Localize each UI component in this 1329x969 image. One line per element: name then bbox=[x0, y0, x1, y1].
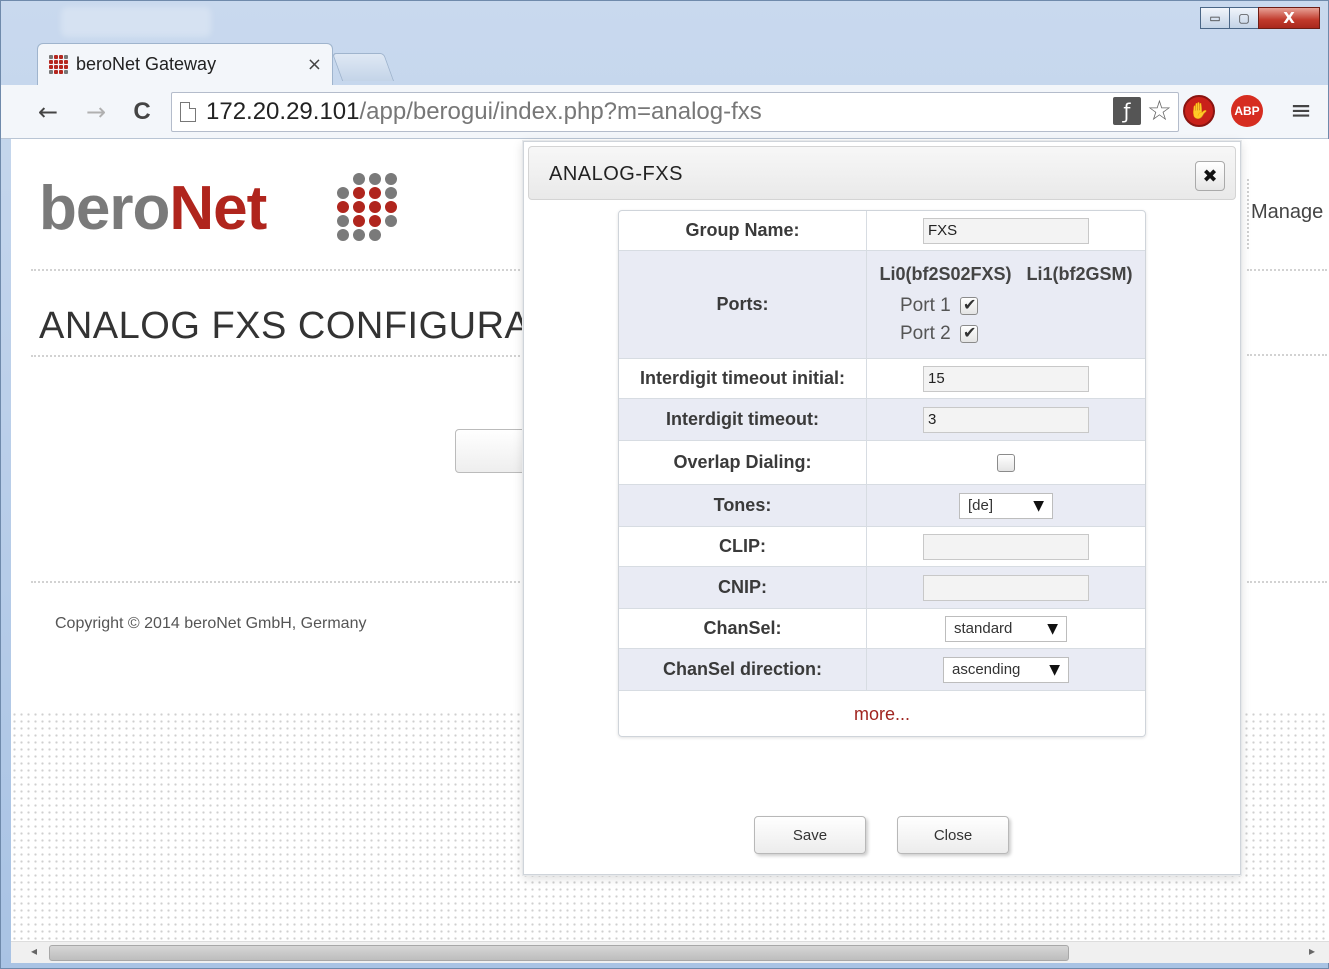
cnip-label: CNIP: bbox=[619, 567, 867, 609]
page-title: ANALOG FXS CONFIGURAT bbox=[39, 305, 552, 347]
browser-tab[interactable]: beroNet Gateway × bbox=[37, 43, 333, 85]
divider bbox=[1247, 354, 1327, 356]
divider bbox=[31, 269, 531, 271]
analog-fxs-dialog: ANALOG-FXS ✖ Group Name: Ports: Li0(bf2S… bbox=[523, 141, 1241, 875]
overlap-dialing-checkbox[interactable] bbox=[997, 454, 1015, 473]
port-2-checkbox[interactable] bbox=[959, 323, 978, 343]
row-tones: Tones: [de] ▼ bbox=[619, 485, 1145, 527]
overlap-dialing-label: Overlap Dialing: bbox=[619, 441, 867, 485]
interdigit-label: Interdigit timeout: bbox=[619, 399, 867, 441]
port-1-item: Port 1 bbox=[868, 295, 1144, 317]
logo-text-bero: bero bbox=[39, 174, 170, 243]
tab-close-icon[interactable]: × bbox=[307, 54, 322, 75]
back-button[interactable]: ← bbox=[31, 95, 65, 129]
reload-button[interactable]: C bbox=[125, 95, 159, 129]
logo-text-net: Net bbox=[169, 174, 267, 243]
divider bbox=[1247, 581, 1327, 583]
dialog-header: ANALOG-FXS ✖ bbox=[528, 146, 1236, 200]
interdigit-input[interactable] bbox=[923, 406, 1089, 433]
clip-input[interactable] bbox=[923, 533, 1089, 560]
port-1-checkbox[interactable] bbox=[959, 295, 978, 315]
tones-label: Tones: bbox=[619, 485, 867, 527]
bookmark-star-icon[interactable]: ☆ bbox=[1147, 97, 1172, 125]
row-clip: CLIP: bbox=[619, 527, 1145, 567]
dialog-title: ANALOG-FXS bbox=[549, 163, 683, 185]
row-chansel-direction: ChanSel direction: ascending ▼ bbox=[619, 649, 1145, 691]
row-interdigit-initial: Interdigit timeout initial: bbox=[619, 359, 1145, 399]
group-name-input[interactable] bbox=[923, 217, 1089, 244]
browser-window: ▭ ▢ X beroNet Gateway × ← → C 172.20.29.… bbox=[0, 0, 1329, 969]
scroll-right-icon[interactable]: ▸ bbox=[1309, 944, 1315, 958]
chansel-direction-label: ChanSel direction: bbox=[619, 649, 867, 691]
close-button[interactable]: Close bbox=[897, 816, 1009, 854]
row-group-name: Group Name: bbox=[619, 211, 1145, 251]
chansel-direction-select[interactable]: ascending ▼ bbox=[943, 656, 1069, 683]
row-more: more... bbox=[619, 691, 1145, 736]
new-tab-button[interactable] bbox=[331, 53, 395, 81]
ports-column-li0: Li0(bf2S02FXS) bbox=[879, 264, 1012, 284]
interdigit-initial-input[interactable] bbox=[923, 365, 1089, 392]
dropdown-arrow-icon: ▼ bbox=[1049, 661, 1060, 678]
dropdown-arrow-icon: ▼ bbox=[1047, 620, 1058, 637]
more-link[interactable]: more... bbox=[620, 692, 1144, 735]
manage-nav-link[interactable]: Manage bbox=[1251, 201, 1323, 224]
port-2-label: Port 2 bbox=[900, 323, 951, 344]
tones-select[interactable]: [de] ▼ bbox=[959, 492, 1053, 519]
window-title-ghost bbox=[61, 7, 211, 37]
save-button[interactable]: Save bbox=[754, 816, 866, 854]
adblock-plus-icon[interactable]: ABP bbox=[1231, 95, 1263, 127]
fxs-settings-table: Group Name: Ports: Li0(bf2S02FXS) Li1(bf… bbox=[618, 210, 1146, 737]
row-ports: Ports: Li0(bf2S02FXS) Li1(bf2GSM) Port 1… bbox=[619, 251, 1145, 359]
interdigit-initial-label: Interdigit timeout initial: bbox=[619, 359, 867, 399]
ports-label: Ports: bbox=[619, 251, 867, 359]
stop-extension-icon[interactable]: ✋ bbox=[1183, 95, 1215, 127]
dropdown-arrow-icon: ▼ bbox=[1033, 497, 1044, 514]
divider bbox=[1247, 269, 1327, 271]
group-name-label: Group Name: bbox=[619, 211, 867, 251]
beronet-logo-dots-icon bbox=[337, 173, 397, 241]
ports-column-li1: Li1(bf2GSM) bbox=[1026, 264, 1133, 284]
scrollbar-thumb[interactable] bbox=[49, 945, 1069, 961]
browser-menu-icon[interactable]: ≡ bbox=[1285, 95, 1317, 127]
ports-columns: Li0(bf2S02FXS) Li1(bf2GSM) bbox=[868, 258, 1144, 289]
forward-button[interactable]: → bbox=[79, 95, 113, 129]
url-path: /app/berogui/index.php?m=analog-fxs bbox=[359, 98, 762, 125]
flash-blocked-icon[interactable]: ƒ bbox=[1112, 97, 1141, 125]
sidebar-separator bbox=[1247, 179, 1249, 249]
divider bbox=[31, 581, 531, 583]
scroll-left-icon[interactable]: ◂ bbox=[31, 944, 37, 958]
cnip-input[interactable] bbox=[923, 574, 1089, 601]
title-bar: ▭ ▢ X beroNet Gateway × bbox=[1, 1, 1328, 85]
port-2-item: Port 2 bbox=[868, 323, 1144, 345]
row-interdigit: Interdigit timeout: bbox=[619, 399, 1145, 441]
minimize-button[interactable]: ▭ bbox=[1200, 7, 1230, 29]
dialog-close-icon[interactable]: ✖ bbox=[1195, 161, 1225, 191]
address-bar[interactable]: 172.20.29.101/app/berogui/index.php?m=an… bbox=[171, 92, 1179, 132]
copyright-text: Copyright © 2014 beroNet GmbH, Germany bbox=[55, 615, 367, 632]
row-chansel: ChanSel: standard ▼ bbox=[619, 609, 1145, 649]
maximize-button[interactable]: ▢ bbox=[1229, 7, 1259, 29]
beronet-logo[interactable]: beroNet bbox=[39, 173, 267, 244]
tab-title: beroNet Gateway bbox=[76, 54, 217, 74]
window-controls: ▭ ▢ X bbox=[1200, 7, 1320, 29]
chansel-direction-select-value: ascending bbox=[952, 661, 1021, 678]
horizontal-scrollbar[interactable]: ◂ ▸ bbox=[11, 941, 1329, 963]
beronet-favicon-icon bbox=[48, 55, 68, 75]
omnibox-icons: ƒ ☆ bbox=[1112, 97, 1172, 125]
clip-label: CLIP: bbox=[619, 527, 867, 567]
page-icon bbox=[180, 102, 196, 122]
row-cnip: CNIP: bbox=[619, 567, 1145, 609]
row-overlap-dialing: Overlap Dialing: bbox=[619, 441, 1145, 485]
divider bbox=[31, 355, 531, 357]
url-host: 172.20.29.101 bbox=[206, 98, 360, 125]
port-1-label: Port 1 bbox=[900, 295, 951, 316]
tones-select-value: [de] bbox=[968, 497, 994, 514]
chansel-select[interactable]: standard ▼ bbox=[945, 615, 1067, 642]
chansel-label: ChanSel: bbox=[619, 609, 867, 649]
chansel-select-value: standard bbox=[954, 620, 1013, 637]
browser-toolbar: ← → C 172.20.29.101/app/berogui/index.ph… bbox=[1, 85, 1328, 139]
close-window-button[interactable]: X bbox=[1258, 7, 1320, 29]
